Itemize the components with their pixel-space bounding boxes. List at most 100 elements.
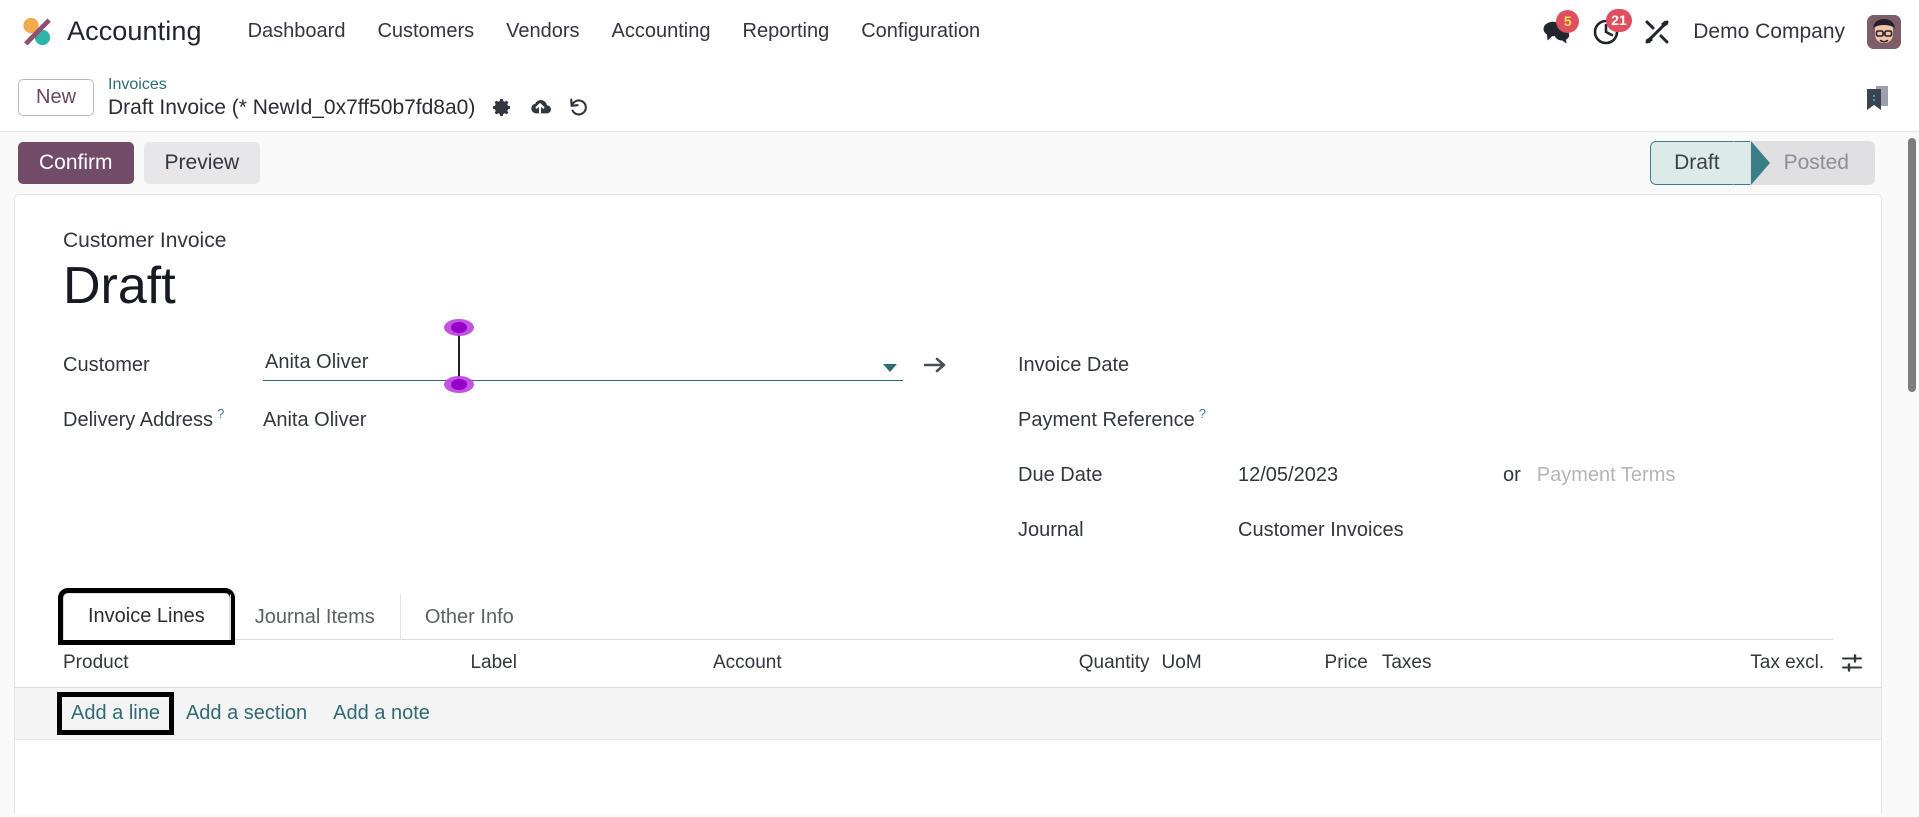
status-stage-draft-label: Draft xyxy=(1674,151,1720,174)
odoo-accounting-logo-icon xyxy=(16,11,58,53)
column-header-uom: UoM xyxy=(1161,652,1202,674)
column-header-tax-excl: Tax excl. xyxy=(1750,652,1825,674)
form-fields-grid: Customer Anita Oliver Delivery Address ?… xyxy=(63,319,1833,558)
due-date-value-group: 12/05/2023 or Payment Terms xyxy=(1238,464,1675,487)
delivery-address-help-icon[interactable]: ? xyxy=(217,406,224,421)
add-line-row: Add a line Add a section Add a note xyxy=(15,687,1881,740)
notebook: Invoice Lines Journal Items Other Info P… xyxy=(15,587,1881,780)
payment-reference-label-text: Payment Reference xyxy=(1018,408,1195,431)
sliders-icon xyxy=(1842,654,1862,672)
undo-icon xyxy=(570,98,588,116)
menu-item-dashboard[interactable]: Dashboard xyxy=(232,14,362,49)
brand-area[interactable]: Accounting xyxy=(0,11,202,53)
customer-input[interactable] xyxy=(263,349,903,382)
journal-field-label: Journal xyxy=(1018,518,1084,541)
form-column-right: Invoice Date Payment Reference ? Due Dat… xyxy=(1018,338,1833,558)
due-date-value[interactable]: 12/05/2023 xyxy=(1238,464,1503,487)
caret-down-icon[interactable] xyxy=(883,364,897,373)
column-header-label: Label xyxy=(470,652,517,674)
activities-count-badge: 21 xyxy=(1606,8,1632,32)
menu-item-configuration[interactable]: Configuration xyxy=(845,14,996,49)
tab-other-info[interactable]: Other Info xyxy=(399,593,539,640)
document-type-label: Customer Invoice xyxy=(63,229,227,252)
odoo-app-window: Accounting Dashboard Customers Vendors A… xyxy=(0,0,1919,817)
confirm-button[interactable]: Confirm xyxy=(18,142,134,184)
top-navbar: Accounting Dashboard Customers Vendors A… xyxy=(0,0,1919,64)
column-header-quantity: Quantity xyxy=(1078,652,1150,674)
add-a-line-button[interactable]: Add a line xyxy=(57,691,174,735)
delivery-address-label-text: Delivery Address xyxy=(63,408,214,431)
add-a-section-button[interactable]: Add a section xyxy=(178,698,315,729)
breadcrumb-current-record: Draft Invoice (* NewId_0x7ff50b7fd8a0) xyxy=(108,95,476,119)
field-row-delivery-address: Delivery Address ? Anita Oliver xyxy=(63,393,1018,448)
field-row-journal: Journal Customer Invoices xyxy=(1018,503,1833,558)
user-avatar[interactable] xyxy=(1867,14,1901,49)
breadcrumb: Invoices Draft Invoice (* NewId_0x7ff50b… xyxy=(108,76,589,119)
payment-reference-help-icon[interactable]: ? xyxy=(1199,406,1206,421)
tab-journal-items[interactable]: Journal Items xyxy=(229,593,400,640)
tools-bug-icon xyxy=(1645,20,1669,43)
invoice-date-field-label: Invoice Date xyxy=(1018,353,1130,376)
column-header-account: Account xyxy=(712,652,782,674)
developer-tools-button[interactable] xyxy=(1643,18,1671,46)
add-a-note-button[interactable]: Add a note xyxy=(325,698,438,729)
status-bar: Draft Posted xyxy=(1650,141,1875,185)
discard-changes-button[interactable] xyxy=(568,97,589,118)
breadcrumb-parent-invoices[interactable]: Invoices xyxy=(108,76,589,94)
status-stage-draft[interactable]: Draft xyxy=(1650,141,1770,185)
field-row-payment-reference: Payment Reference ? xyxy=(1018,393,1833,448)
new-record-button[interactable]: New xyxy=(18,79,95,116)
field-row-invoice-date: Invoice Date xyxy=(1018,338,1833,393)
vertical-scrollbar-thumb[interactable] xyxy=(1908,138,1916,392)
tab-invoice-lines[interactable]: Invoice Lines xyxy=(58,587,235,645)
preview-button[interactable]: Preview xyxy=(143,142,261,184)
optional-columns-button[interactable] xyxy=(1824,654,1863,672)
notebook-tab-list: Invoice Lines Journal Items Other Info xyxy=(58,587,1833,645)
avatar-image xyxy=(1867,14,1901,49)
field-row-customer: Customer xyxy=(63,319,1018,394)
text-cursor-line xyxy=(458,327,460,380)
status-stage-posted-label: Posted xyxy=(1783,151,1849,174)
menu-item-customers[interactable]: Customers xyxy=(361,14,490,49)
gear-icon xyxy=(493,98,511,116)
navbar-right-tools: 5 21 Demo Company xyxy=(1541,8,1919,49)
control-panel-breadcrumb-row: New Invoices Draft Invoice (* NewId_0x7f… xyxy=(0,64,1919,132)
bookmark-icon xyxy=(1867,85,1888,110)
menu-item-accounting[interactable]: Accounting xyxy=(596,14,727,49)
menu-item-vendors[interactable]: Vendors xyxy=(490,14,595,49)
field-row-due-date: Due Date 12/05/2023 or Payment Terms xyxy=(1018,448,1833,503)
company-switcher[interactable]: Demo Company xyxy=(1693,20,1845,44)
cloud-upload-icon xyxy=(531,100,552,114)
due-date-field-label: Due Date xyxy=(1018,463,1103,486)
customer-field-label: Customer xyxy=(63,353,150,376)
due-date-or-separator: or xyxy=(1503,463,1521,486)
lines-empty-area xyxy=(15,739,1881,780)
control-panel-action-row: Confirm Preview Draft Posted xyxy=(0,132,1919,194)
invoice-lines-header-row: Product Label Account Quantity UoM Price… xyxy=(15,640,1881,688)
column-header-price: Price xyxy=(1324,652,1368,674)
page-title: Draft xyxy=(63,257,176,315)
delivery-address-value[interactable]: Anita Oliver xyxy=(263,409,366,432)
payment-reference-field-label: Payment Reference ? xyxy=(1018,406,1238,432)
column-header-product: Product xyxy=(63,652,129,674)
menu-item-reporting[interactable]: Reporting xyxy=(727,14,846,49)
form-column-left: Customer Anita Oliver Delivery Address ?… xyxy=(63,319,1018,558)
arrow-right-icon xyxy=(923,357,946,373)
form-scroll-area: Customer Invoice Draft Customer Anita Ol… xyxy=(0,194,1919,817)
save-record-button[interactable] xyxy=(528,97,552,117)
column-header-taxes: Taxes xyxy=(1381,652,1432,674)
record-settings-button[interactable] xyxy=(491,97,512,118)
bookmark-button[interactable] xyxy=(1863,83,1901,113)
customer-input-wrapper xyxy=(263,319,903,394)
messages-count-badge: 5 xyxy=(1556,9,1580,33)
brand-name: Accounting xyxy=(67,16,202,46)
delivery-address-field-label: Delivery Address ? xyxy=(63,406,263,432)
customer-internal-link-button[interactable] xyxy=(923,355,949,375)
payment-terms-input[interactable]: Payment Terms xyxy=(1537,464,1676,487)
journal-value[interactable]: Customer Invoices xyxy=(1238,519,1404,542)
messages-button[interactable]: 5 xyxy=(1541,9,1580,45)
main-menu: Dashboard Customers Vendors Accounting R… xyxy=(232,14,997,49)
activities-button[interactable]: 21 xyxy=(1593,8,1632,46)
form-sheet: Customer Invoice Draft Customer Anita Ol… xyxy=(14,194,1882,814)
invoice-lines-table: Product Label Account Quantity UoM Price… xyxy=(15,640,1881,780)
